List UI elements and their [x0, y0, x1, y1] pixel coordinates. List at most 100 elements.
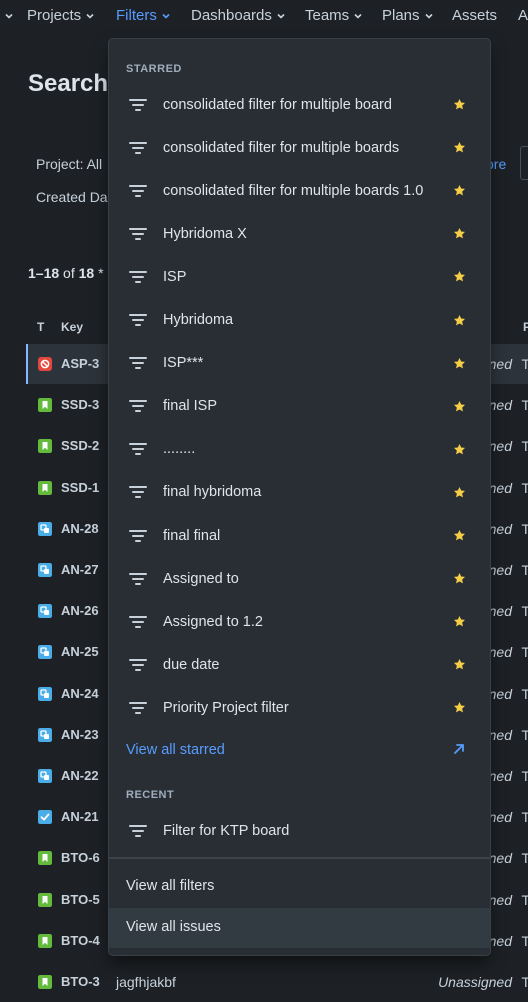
star-icon[interactable] — [453, 572, 466, 585]
issue-key-link[interactable]: BTO-6 — [61, 850, 100, 865]
star-icon[interactable] — [453, 314, 466, 327]
created-date-filter-button[interactable]: Created Da — [36, 189, 108, 205]
starred-filter-item[interactable]: consolidated filter for multiple boards … — [109, 169, 490, 212]
nav-item-label: Assets — [452, 7, 498, 24]
recent-filter-item[interactable]: Filter for KTP board — [109, 809, 490, 852]
table-row[interactable]: BTO-3 jagfhjakbf Unassigned T — [28, 962, 528, 1002]
column-header-priority[interactable]: P — [523, 320, 528, 334]
page-title: Search — [28, 70, 109, 97]
star-icon[interactable] — [453, 184, 466, 197]
nav-item-plans[interactable]: Plans — [382, 7, 434, 24]
issue-key-link[interactable]: AN-25 — [61, 644, 99, 659]
issue-key-link[interactable]: BTO-4 — [61, 933, 100, 948]
star-icon[interactable] — [453, 486, 466, 499]
results-suffix: * — [94, 265, 104, 281]
filter-icon — [129, 227, 147, 240]
issue-key-link[interactable]: AN-21 — [61, 809, 99, 824]
project-filter-button[interactable]: Project: All — [36, 156, 102, 172]
issue-status-cell: T — [521, 768, 528, 784]
starred-filter-item[interactable]: final final — [109, 514, 490, 557]
star-icon[interactable] — [453, 98, 466, 111]
star-icon[interactable] — [453, 443, 466, 456]
results-count: 1–18 of 18 * — [28, 265, 104, 281]
star-icon[interactable] — [453, 400, 466, 413]
star-icon[interactable] — [453, 227, 466, 240]
star-icon[interactable] — [453, 529, 466, 542]
starred-filter-item[interactable]: ISP — [109, 255, 490, 298]
starred-filter-item[interactable]: final hybridoma — [109, 471, 490, 514]
nav-item-label: Plans — [382, 7, 420, 24]
starred-filter-item[interactable]: consolidated filter for multiple boards — [109, 126, 490, 169]
issue-summary[interactable]: jagfhjakbf — [116, 974, 176, 990]
issue-key-link[interactable]: ASP-3 — [61, 356, 99, 371]
issue-key-link[interactable]: AN-24 — [61, 686, 99, 701]
issue-assignee: ned — [488, 603, 512, 620]
issue-assignee: ned — [488, 520, 512, 537]
issue-assignee: ned — [488, 809, 512, 826]
chevron-down-icon — [162, 13, 170, 19]
column-header-key[interactable]: Key — [61, 320, 83, 334]
starred-filter-item[interactable]: Hybridoma X — [109, 212, 490, 255]
starred-filter-item[interactable]: final ISP — [109, 385, 490, 428]
results-range: 1–18 — [28, 265, 60, 281]
star-icon[interactable] — [453, 615, 466, 628]
view-all-starred-link[interactable]: View all starred — [126, 742, 225, 758]
issue-key-link[interactable]: AN-28 — [61, 521, 99, 536]
issue-key-link[interactable]: AN-23 — [61, 727, 99, 742]
subtask-type-icon — [38, 645, 52, 660]
subtask-type-icon — [38, 521, 52, 536]
issue-key-link[interactable]: BTO-3 — [61, 974, 100, 989]
top-navigation: Projects Filters Dashboards Teams Plans Asset… — [0, 0, 528, 32]
starred-filter-item[interactable]: Priority Project filter — [109, 686, 490, 729]
issue-key-link[interactable]: SSD-3 — [61, 397, 99, 412]
issue-key-link[interactable]: BTO-5 — [61, 892, 100, 907]
star-icon[interactable] — [453, 270, 466, 283]
issue-key-link[interactable]: AN-22 — [61, 768, 99, 783]
star-icon[interactable] — [453, 141, 466, 154]
issue-status-cell: T — [521, 520, 528, 537]
nav-item-label: Teams — [305, 7, 350, 24]
filter-name: Priority Project filter — [163, 699, 289, 716]
starred-filter-item[interactable]: ISP*** — [109, 342, 490, 385]
issue-status-cell: T — [521, 479, 528, 496]
nav-item-filters[interactable]: Filters — [116, 7, 171, 24]
task-type-icon — [38, 810, 52, 825]
nav-item-label: Filters — [116, 7, 157, 24]
star-icon[interactable] — [453, 357, 466, 370]
starred-filter-item[interactable]: Assigned to 1.2 — [109, 600, 490, 643]
view-all-filters-item[interactable]: View all filters — [109, 867, 490, 907]
starred-filter-item[interactable]: consolidated filter for multiple board — [109, 83, 490, 126]
starred-filter-item[interactable]: Assigned to — [109, 557, 490, 600]
issue-key-link[interactable]: AN-27 — [61, 562, 99, 577]
starred-filter-item[interactable]: due date — [109, 643, 490, 686]
nav-item-a[interactable]: A — [518, 7, 528, 24]
subtask-type-icon — [38, 604, 52, 619]
star-icon[interactable] — [453, 658, 466, 671]
issue-status-cell: T — [521, 726, 528, 743]
star-icon[interactable] — [453, 701, 466, 714]
story-type-icon — [38, 933, 52, 948]
bug-type-icon — [38, 357, 52, 371]
starred-filter-item[interactable]: ........ — [109, 428, 490, 471]
column-header-type[interactable]: T — [37, 320, 44, 334]
chevron-down-icon[interactable] — [4, 11, 14, 21]
nav-item-assets[interactable]: Assets — [452, 7, 497, 24]
issue-key-link[interactable]: AN-26 — [61, 603, 99, 618]
issue-status-cell: T — [521, 809, 528, 826]
nav-item-teams[interactable]: Teams — [305, 7, 363, 24]
chevron-down-icon — [424, 13, 433, 19]
issue-status-cell: T — [521, 644, 528, 661]
issue-key-link[interactable]: SSD-1 — [61, 480, 99, 495]
search-mode-toggle[interactable] — [520, 146, 528, 180]
issue-assignee: ned — [488, 726, 512, 743]
nav-item-dashboards[interactable]: Dashboards — [191, 7, 286, 24]
nav-item-projects[interactable]: Projects — [27, 7, 95, 24]
subtask-type-icon — [38, 727, 52, 742]
starred-filter-item[interactable]: Hybridoma — [109, 299, 490, 342]
issue-status-cell: T — [521, 562, 528, 578]
filter-name: consolidated filter for multiple boards … — [163, 182, 424, 199]
issue-assignee: ned — [488, 397, 512, 414]
filter-name: consolidated filter for multiple board — [163, 96, 392, 113]
issue-key-link[interactable]: SSD-2 — [61, 438, 99, 453]
view-all-issues-item[interactable]: View all issues — [109, 908, 490, 948]
